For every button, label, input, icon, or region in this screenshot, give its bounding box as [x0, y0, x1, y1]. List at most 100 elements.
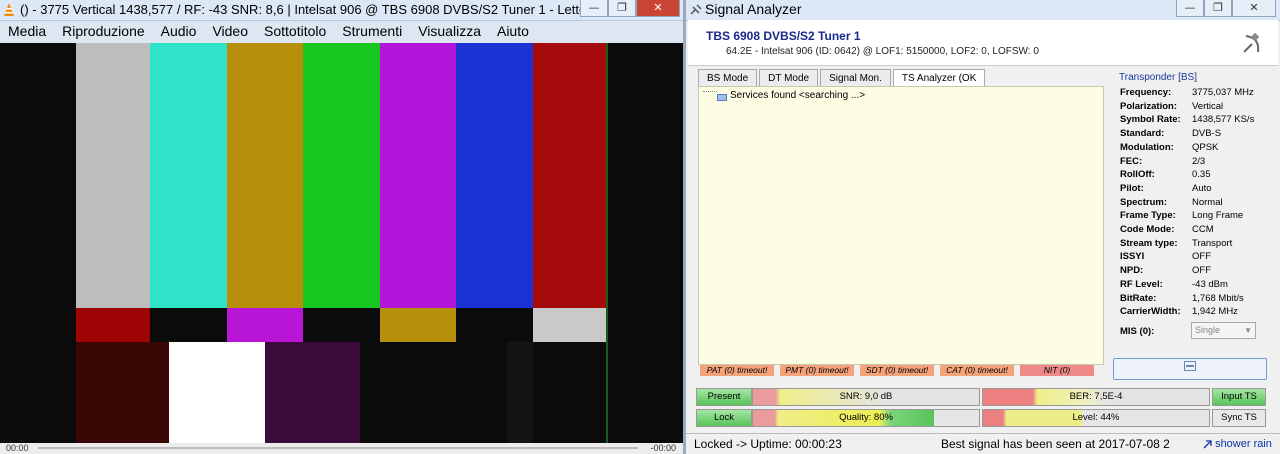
tab-signal-mon[interactable]: Signal Mon. [820, 69, 891, 87]
color-bar-cyan [150, 43, 227, 308]
services-found-item[interactable]: Services found <searching ...> [730, 90, 865, 101]
transponder-key: Stream type: [1120, 237, 1178, 249]
transponder-value: Long Frame [1192, 210, 1244, 222]
transponder-value: QPSK [1192, 141, 1219, 153]
signal-analyzer-window: Signal Analyzer — ❐ ✕ TBS 6908 DVBS/S2 T… [686, 0, 1280, 454]
sdt-status: SDT (0) timeout! [860, 365, 934, 376]
tuner-header: TBS 6908 DVBS/S2 Tuner 1 64.2E - Intelsa… [688, 20, 1278, 66]
mis-label: MIS (0): [1120, 326, 1155, 337]
strip-yellow [380, 308, 456, 342]
menu-sottotitolo[interactable]: Sottotitolo [256, 21, 334, 43]
mode-tabs: BS Mode DT Mode Signal Mon. TS Analyzer … [698, 69, 987, 87]
time-remaining: -00:00 [650, 443, 676, 453]
level-meter: Level: 44% [982, 409, 1210, 427]
transponder-value: 2/3 [1192, 155, 1206, 167]
block-white [169, 342, 265, 443]
transponder-value: OFF [1192, 251, 1211, 263]
ber-meter: BER: 7,5E-4 [982, 388, 1210, 406]
transponder-value: Vertical [1192, 100, 1224, 112]
cat-status: CAT (0) timeout! [940, 365, 1014, 376]
edge-line [606, 43, 608, 443]
nit-status: NIT (0) [1020, 365, 1094, 376]
satellite-app-icon [690, 3, 702, 21]
menu-aiuto[interactable]: Aiuto [489, 21, 537, 43]
tab-ts-analyzer[interactable]: TS Analyzer (OK [892, 69, 986, 87]
close-icon[interactable]: ✕ [1232, 0, 1276, 17]
best-signal-status: Best signal has been seen at 2017-07-08 … [941, 437, 1170, 451]
vlc-menubar: Media Riproduzione Audio Video Sottotito… [0, 21, 684, 43]
transponder-value: 3775,037 MHz [1192, 87, 1254, 98]
input-ts-indicator: Input TS [1212, 388, 1266, 406]
tuner-info: 64.2E - Intelsat 906 (ID: 0642) @ LOF1: … [726, 46, 1039, 57]
transponder-label: Transponder [BS] [1119, 72, 1198, 83]
vlc-title: () - 3775 Vertical 1438,577 / RF: -43 SN… [20, 2, 580, 17]
analyzer-title: Signal Analyzer [705, 1, 802, 17]
strip-gray [533, 308, 606, 342]
transponder-key: CarrierWidth: [1120, 306, 1181, 318]
tuner-name: TBS 6908 DVBS/S2 Tuner 1 [706, 29, 861, 43]
color-bar-gray [76, 43, 150, 308]
transponder-key: ISSYI [1120, 251, 1145, 263]
transponder-value: -43 dBm [1192, 278, 1228, 290]
menu-strumenti[interactable]: Strumenti [334, 21, 410, 43]
panel-icon [1184, 361, 1196, 371]
restore-icon[interactable]: ❐ [1204, 0, 1232, 17]
tab-bs-mode[interactable]: BS Mode [698, 69, 758, 87]
transponder-value: Auto [1192, 182, 1212, 194]
color-bar-yellow [227, 43, 303, 308]
block-darkpurple [265, 342, 360, 443]
menu-video[interactable]: Video [204, 21, 256, 43]
minimize-icon[interactable]: — [1176, 0, 1204, 17]
transponder-key: BitRate: [1120, 292, 1157, 304]
satellite-dish-icon [1240, 32, 1264, 56]
vlc-window: () - 3775 Vertical 1438,577 / RF: -43 SN… [0, 0, 684, 454]
collapse-button[interactable] [1113, 358, 1267, 380]
transponder-value: CCM [1192, 224, 1214, 235]
minimize-icon[interactable]: — [580, 0, 608, 17]
block-pluge [507, 342, 533, 443]
mis-select[interactable]: Single ▼ [1191, 322, 1256, 339]
status-bar: Locked -> Uptime: 00:00:23 Best signal h… [686, 433, 1280, 454]
pat-status: PAT (0) timeout! [700, 365, 774, 376]
vlc-titlebar[interactable]: () - 3775 Vertical 1438,577 / RF: -43 SN… [0, 0, 684, 21]
seek-track[interactable] [38, 447, 638, 449]
color-bar-green [303, 43, 380, 308]
video-area[interactable] [0, 43, 680, 443]
services-tree[interactable]: Services found <searching ...> [698, 86, 1104, 365]
weather-link-label: shower rain [1215, 438, 1272, 450]
transponder-key: NPD: [1120, 265, 1144, 277]
quality-label: Quality: 80% [839, 412, 893, 423]
menu-media[interactable]: Media [0, 21, 54, 43]
menu-audio[interactable]: Audio [153, 21, 205, 43]
level-label: Level: 44% [1072, 412, 1120, 423]
ber-label: BER: 7,5E-4 [1069, 391, 1123, 402]
transponder-key: Frequency: [1120, 87, 1172, 98]
transponder-key: Standard: [1120, 128, 1165, 140]
close-icon[interactable]: ✕ [636, 0, 680, 17]
menu-visualizza[interactable]: Visualizza [410, 21, 489, 43]
time-elapsed: 00:00 [6, 443, 29, 453]
menu-riproduzione[interactable]: Riproduzione [54, 21, 153, 43]
transponder-value: OFF [1192, 265, 1211, 277]
mis-value: Single [1195, 325, 1221, 335]
transponder-value: DVB-S [1192, 128, 1222, 140]
transponder-value: Normal [1192, 196, 1223, 208]
lock-indicator: Lock [696, 409, 752, 427]
restore-icon[interactable]: ❐ [608, 0, 636, 17]
tab-dt-mode[interactable]: DT Mode [759, 69, 819, 87]
arrow-up-right-icon [1203, 439, 1212, 449]
transponder-value: Transport [1192, 237, 1233, 249]
seek-bar[interactable]: 00:00 -00:00 [0, 443, 684, 454]
transponder-key: Symbol Rate: [1120, 114, 1181, 126]
transponder-key: Polarization: [1120, 100, 1178, 112]
analyzer-titlebar[interactable]: Signal Analyzer — ❐ ✕ [686, 0, 1280, 21]
transponder-key: Pilot: [1120, 182, 1144, 194]
tree-connector [703, 91, 717, 92]
transponder-key: FEC: [1120, 155, 1143, 167]
uptime-status: Locked -> Uptime: 00:00:23 [694, 437, 842, 451]
sync-ts-indicator: Sync TS [1212, 409, 1266, 427]
weather-link[interactable]: shower rain [1203, 438, 1272, 450]
snr-label: SNR: 9,0 dB [839, 391, 893, 402]
transponder-key: Modulation: [1120, 141, 1174, 153]
tv-icon [717, 89, 727, 107]
